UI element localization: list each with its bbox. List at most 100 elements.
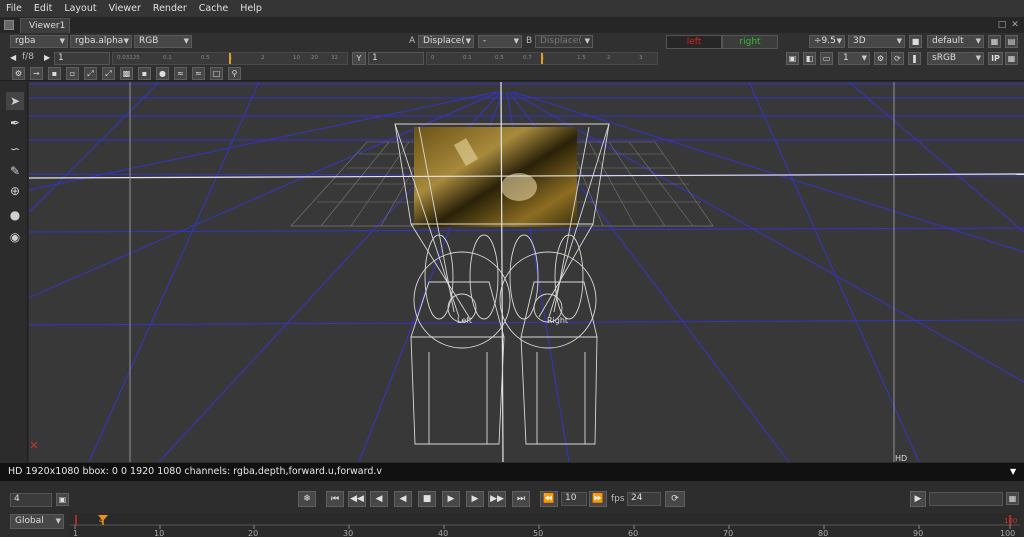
- proxy-dropdown[interactable]: 1 ▼: [838, 52, 870, 65]
- alpha-channel-dropdown[interactable]: rgba.alpha ▼: [70, 35, 132, 48]
- overlay-icon[interactable]: ▤: [1005, 35, 1018, 48]
- soft-select-icon[interactable]: ⤢: [102, 67, 115, 80]
- select-tool-icon[interactable]: ➤: [6, 92, 24, 110]
- 3d-viewport[interactable]: Left Right HD: [29, 82, 1024, 462]
- grid-icon[interactable]: ▦: [988, 35, 1001, 48]
- fstop-left-arrow-icon[interactable]: ◀: [10, 52, 18, 64]
- fstop-value: f/8: [22, 52, 34, 62]
- right-view-button[interactable]: right: [722, 35, 778, 49]
- clip-icon[interactable]: ◧: [803, 52, 816, 65]
- render-icon[interactable]: ⚙: [874, 52, 887, 65]
- viewer-settings-icon[interactable]: ⚙: [12, 67, 25, 80]
- menu-layout[interactable]: Layout: [58, 0, 102, 17]
- dodge-tool-icon[interactable]: ◉: [6, 228, 24, 246]
- current-frame-input[interactable]: 4: [10, 493, 52, 507]
- composite-op-dropdown[interactable]: - ▼: [478, 35, 522, 48]
- clone-tool-icon[interactable]: ⊕: [6, 182, 24, 200]
- gain-dropdown[interactable]: ÷9.5 ▼: [809, 35, 845, 48]
- fstop-right-arrow-icon[interactable]: ▶: [44, 52, 52, 64]
- frame-increment-input[interactable]: 10: [561, 492, 587, 506]
- menu-viewer[interactable]: Viewer: [103, 0, 147, 17]
- channels-dropdown[interactable]: rgba ▼: [10, 35, 68, 48]
- tab-viewer1[interactable]: Viewer1: [20, 18, 70, 33]
- viewer-lut-dropdown[interactable]: sRGB ▼: [927, 52, 984, 65]
- stop-button[interactable]: ■: [418, 491, 436, 507]
- select-faces-icon[interactable]: ▪: [48, 67, 61, 80]
- a-input-label: A: [409, 36, 416, 46]
- wave-icon[interactable]: ≈: [174, 67, 187, 80]
- step-forward-button[interactable]: ▶: [466, 491, 484, 507]
- svg-text:80: 80: [818, 529, 828, 537]
- a-input-dropdown[interactable]: Displace(▼: [418, 35, 474, 48]
- colorspace-dropdown[interactable]: RGB ▼: [134, 35, 192, 48]
- next-keyframe-button[interactable]: ▶▶: [488, 491, 506, 507]
- menu-render[interactable]: Render: [147, 0, 193, 17]
- view-mode-dropdown[interactable]: 3D ▼: [848, 35, 905, 48]
- slider-tick: 3: [639, 55, 643, 61]
- flipbook-icon[interactable]: ▶: [910, 491, 926, 507]
- jump-forward-button[interactable]: ⏩: [589, 491, 607, 507]
- play-backward-button[interactable]: ◀: [394, 491, 412, 507]
- lock-icon[interactable]: ▣: [56, 493, 69, 506]
- format-label: HD: [895, 454, 907, 462]
- lock-view-icon[interactable]: ■: [909, 35, 922, 48]
- menu-help[interactable]: Help: [234, 0, 268, 17]
- timeline-options-icon[interactable]: ▦: [1006, 492, 1019, 505]
- gain-slider-handle[interactable]: [229, 53, 231, 64]
- pivot-icon[interactable]: ●: [156, 67, 169, 80]
- last-frame-button[interactable]: ⏭: [512, 491, 530, 507]
- pause-icon[interactable]: ❚: [908, 52, 921, 65]
- playback-range-field[interactable]: [929, 492, 1003, 506]
- blur-tool-icon[interactable]: ●: [6, 206, 24, 224]
- gamma-slider[interactable]: 0 0.1 0.5 0.7 1 1.5 2 3: [426, 52, 658, 65]
- lut-dropdown[interactable]: default ▼: [927, 35, 984, 48]
- left-tool-bar: ➤ ✒ ∽ ✎ ⊕ ● ◉: [0, 82, 28, 462]
- point-icon[interactable]: ▪: [138, 67, 151, 80]
- slider-tick: 2: [607, 55, 611, 61]
- fps-input[interactable]: 24: [627, 492, 661, 506]
- monitor-icon[interactable]: ▭: [820, 52, 833, 65]
- svg-text:100: 100: [1004, 517, 1017, 525]
- b-input-dropdown[interactable]: Displace(▼: [535, 35, 593, 48]
- jump-back-button[interactable]: ⏪: [540, 491, 558, 507]
- node-select-icon[interactable]: ⤢: [84, 67, 97, 80]
- gain-slider[interactable]: 0.03125 0.1 0.5 1 2 10 20 32: [112, 52, 348, 65]
- cache-freeze-icon[interactable]: ❄: [298, 491, 316, 507]
- bezier-tool-icon[interactable]: ∽: [6, 140, 24, 158]
- prev-keyframe-button[interactable]: ◀◀: [348, 491, 366, 507]
- brush-tool-icon[interactable]: ✎: [6, 162, 24, 180]
- gamma-input[interactable]: 1: [368, 52, 424, 65]
- settings-icon[interactable]: ▦: [1005, 52, 1018, 65]
- select-vertices-icon[interactable]: ➙: [30, 67, 43, 80]
- menu-cache[interactable]: Cache: [193, 0, 235, 17]
- svg-text:30: 30: [343, 529, 353, 537]
- gamma-slider-handle[interactable]: [541, 53, 543, 64]
- menu-file[interactable]: File: [0, 0, 28, 17]
- key-icon[interactable]: ⚲: [228, 67, 241, 80]
- left-view-button[interactable]: left: [666, 35, 722, 49]
- timeline-scope-dropdown[interactable]: Global ▼: [10, 514, 64, 529]
- snap-icon[interactable]: □: [210, 67, 223, 80]
- slider-tick: 0.1: [163, 55, 172, 61]
- select-objects-icon[interactable]: ▫: [66, 67, 79, 80]
- panel-menu-icon[interactable]: [4, 20, 14, 30]
- playback-panel: 4 ▣ ❄ ⏮ ◀◀ ◀ ◀ ■ ▶ ▶ ▶▶ ⏭ ⏪ 10 ⏩ fps 24 …: [0, 481, 1024, 537]
- loop-mode-icon[interactable]: ⟳: [665, 491, 685, 507]
- gain-input[interactable]: 1: [54, 52, 110, 65]
- play-forward-button[interactable]: ▶: [442, 491, 460, 507]
- step-back-button[interactable]: ◀: [370, 491, 388, 507]
- curve-icon[interactable]: ≈: [192, 67, 205, 80]
- roi-icon[interactable]: ▣: [786, 52, 799, 65]
- close-panel-icon[interactable]: ✕: [1010, 20, 1020, 30]
- y-channel-button[interactable]: Y: [352, 52, 366, 65]
- timeline-ruler[interactable]: 1 10 20 30 40 50 60 70 80 90 100 4 100: [70, 513, 1020, 537]
- menu-edit[interactable]: Edit: [28, 0, 58, 17]
- first-frame-button[interactable]: ⏮: [326, 491, 344, 507]
- float-panel-icon[interactable]: □: [997, 20, 1007, 30]
- occlusion-icon[interactable]: ▩: [120, 67, 133, 80]
- info-dropdown-icon[interactable]: ▼: [1010, 463, 1016, 481]
- pen-tool-icon[interactable]: ✒: [6, 114, 24, 132]
- input-process-button[interactable]: IP: [988, 52, 1003, 65]
- refresh-icon[interactable]: ⟳: [891, 52, 904, 65]
- slider-tick: 1.5: [577, 55, 586, 61]
